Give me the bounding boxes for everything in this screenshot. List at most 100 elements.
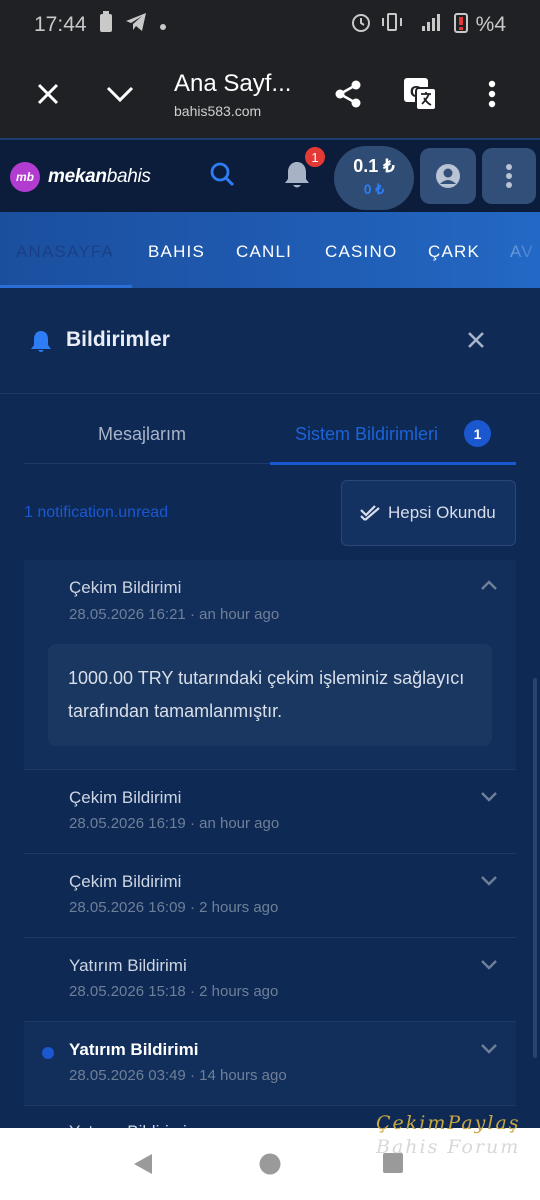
logo-badge: mb [10,162,40,192]
page-title-block: Ana Sayf... bahis583.com [174,70,291,119]
bell-icon [30,329,52,360]
dot-icon [159,13,167,37]
page-title: Ana Sayf... [174,70,292,97]
watermark-line-1: ÇekimPaylaş [376,1112,521,1134]
unread-count-label: 1 notification.unread [24,504,169,521]
scrollbar[interactable] [533,678,537,1058]
watermark: ÇekimPaylaş Bahis Forum [376,1112,521,1158]
more-vert-icon [488,80,496,108]
balance-bonus: 0 ₺ [363,181,385,197]
notification-item[interactable]: Çekim Bildirimi 28.05.2026 16:09 · 2 hou… [24,854,516,938]
site-logo[interactable]: mb mekanbahis [10,162,151,192]
site-header: mb mekanbahis 1 0.1 ₺ 0 ₺ [0,138,540,212]
mark-all-read-button[interactable]: Hepsi Okundu [341,480,516,546]
translate-button[interactable]: G [396,70,444,118]
telegram-icon [125,12,147,38]
balance-main: 0.1 ₺ [353,156,395,176]
tab-active-underline [270,462,516,465]
close-icon [468,332,484,348]
battery-level: %4 [475,13,506,36]
notification-meta: 28.05.2026 15:18 · 2 hours ago [69,983,279,1000]
nav-canli[interactable]: CANLI [236,242,292,262]
home-button[interactable] [258,1152,282,1181]
notification-date: 28.05.2026 03:49 [69,1067,186,1084]
notification-title: Çekim Bildirimi [69,872,182,891]
notification-item[interactable]: Çekim Bildirimi 28.05.2026 16:19 · an ho… [24,770,516,854]
tab-messages[interactable]: Mesajlarım [98,424,186,445]
notification-item[interactable]: Yatırım Bildirimi 28.05.2026 15:18 · 2 h… [24,938,516,1022]
logo-text-bold: mekan [48,166,107,187]
clock: 17:44 [34,13,87,36]
nav-anasayfa[interactable]: ANASAYFA [16,242,114,262]
user-icon [436,164,460,188]
tab-count-badge: 1 [464,420,491,447]
more-vert-icon [506,164,512,188]
double-check-icon [360,505,380,521]
notification-title: Yatırım Bildirimi [69,1040,199,1059]
page-url: bahis583.com [174,103,262,119]
panel-tabs: Mesajlarım Sistem Bildirimleri 1 [24,394,516,465]
notification-age: 2 hours ago [199,899,279,916]
panel-header: Bildirimler [0,288,540,394]
back-icon [134,1154,152,1174]
balance-widget[interactable]: 0.1 ₺ 0 ₺ [334,146,414,210]
status-bar: 17:44 %4 [0,0,540,50]
back-button[interactable] [132,1152,154,1181]
notification-meta: 28.05.2026 16:09 · 2 hours ago [69,899,279,916]
notification-item[interactable]: Çekim Bildirimi 28.05.2026 16:21 · an ho… [24,560,516,770]
watermark-line-2: Bahis Forum [376,1136,521,1158]
unread-dot [42,1047,54,1059]
nav-fade [480,212,540,288]
notification-meta: 28.05.2026 16:19 · an hour ago [69,815,280,832]
close-icon [37,83,59,105]
notification-meta: 28.05.2026 03:49 · 14 hours ago [69,1067,287,1084]
home-icon [259,1153,281,1175]
translate-icon: G [404,78,437,111]
notification-item-unread[interactable]: Yatırım Bildirimi 28.05.2026 03:49 · 14 … [24,1022,516,1106]
nav-cark[interactable]: ÇARK [428,242,480,262]
nav-bahis[interactable]: BAHIS [148,242,205,262]
notification-count-badge: 1 [303,145,327,169]
main-nav: ANASAYFA BAHIS CANLI CASINO ÇARK AV [0,212,540,288]
notifications-panel: Bildirimler Mesajlarım Sistem Bildirimle… [0,288,540,1146]
account-button[interactable] [420,148,476,204]
notification-meta: 28.05.2026 16:21 · an hour ago [69,606,280,623]
chevron-up-icon[interactable] [480,578,498,596]
search-icon [210,162,235,187]
chevron-down-icon [106,86,134,103]
vibrate-icon [380,12,404,38]
share-button[interactable] [324,70,372,118]
notification-title: Çekim Bildirimi [69,788,182,807]
chevron-down-icon[interactable] [480,1042,498,1060]
share-icon [335,80,361,108]
notification-date: 28.05.2026 16:21 [69,606,186,623]
battery-low-icon [453,11,468,39]
notification-age: 2 hours ago [199,983,279,1000]
search-button[interactable] [206,158,240,197]
alarm-icon [350,11,372,39]
notification-age: 14 hours ago [199,1067,287,1084]
notification-age: an hour ago [199,606,280,623]
signal-icon [412,12,446,38]
logo-text-light: bahis [106,166,151,187]
minimize-button[interactable] [96,70,144,118]
browser-toolbar: Ana Sayf... bahis583.com G [0,50,540,138]
close-tab-button[interactable] [24,70,72,118]
notification-title: Yatırım Bildirimi [69,956,187,975]
notification-list: Çekim Bildirimi 28.05.2026 16:21 · an ho… [24,560,516,1146]
notification-body: 1000.00 TRY tutarındaki çekim işleminiz … [48,644,492,746]
chevron-down-icon[interactable] [480,790,498,808]
tab-system-notifications[interactable]: Sistem Bildirimleri [295,424,438,445]
chevron-down-icon[interactable] [480,874,498,892]
notification-age: an hour ago [199,815,280,832]
notification-date: 28.05.2026 15:18 [69,983,186,1000]
browser-menu-button[interactable] [468,70,516,118]
notification-date: 28.05.2026 16:09 [69,899,186,916]
nav-casino[interactable]: CASINO [325,242,397,262]
panel-close-button[interactable] [466,330,486,355]
chevron-down-icon[interactable] [480,958,498,976]
mark-all-read-label: Hepsi Okundu [388,503,496,522]
logo-text: mekanbahis [48,166,151,188]
site-menu-button[interactable] [482,148,536,204]
notification-title: Çekim Bildirimi [69,578,182,597]
